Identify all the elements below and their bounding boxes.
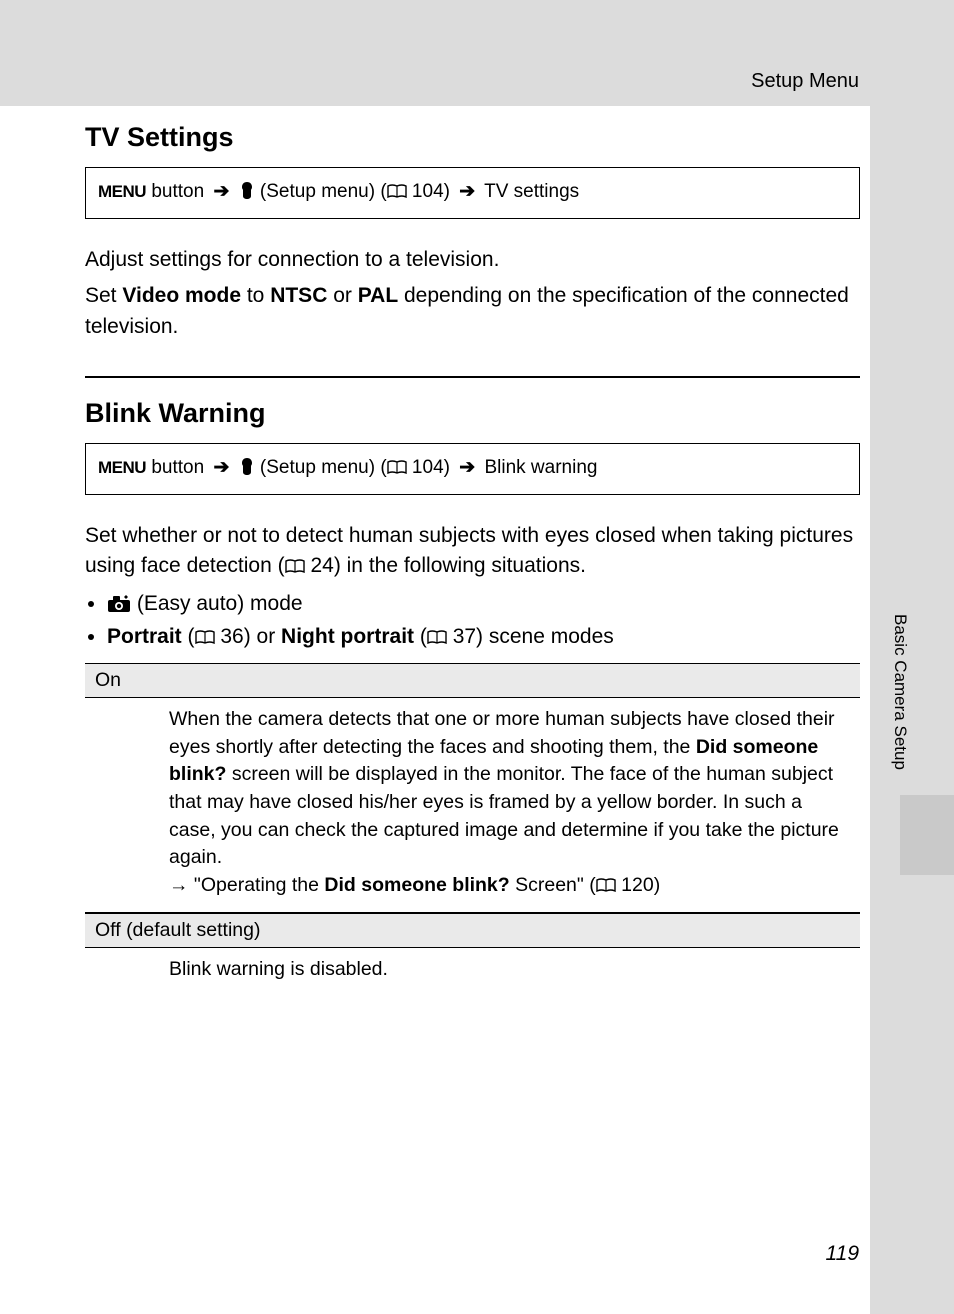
nav-dest: TV settings [479,181,579,202]
page-ref: 104) [407,181,456,202]
arrow-icon: ➔ [459,457,475,478]
section-blink-warning: Blink Warning MENU button ➔ (Setup menu)… [85,398,860,995]
text: (Setup menu) ( [255,457,387,478]
divider-line [85,376,860,378]
text-bold: Portrait [107,625,182,648]
text: ( [414,625,427,648]
text: Set [85,284,122,307]
arrow-icon: ➔ [213,457,229,478]
running-header: Setup Menu [751,70,859,93]
menu-label: MENU [98,182,146,201]
table-row-body: Blink warning is disabled. [85,948,860,996]
book-icon [387,179,407,193]
nav-path-tv: MENU button ➔ (Setup menu) ( 104) ➔ TV s… [85,167,860,219]
paragraph: Set whether or not to detect human subje… [85,521,860,582]
text: button [146,457,209,478]
section-tv-settings: TV Settings MENU button ➔ (Setup menu) (… [85,122,860,348]
menu-label: MENU [98,458,146,477]
text: or [327,284,357,307]
nav-path-blink: MENU button ➔ (Setup menu) ( 104) ➔ Blin… [85,443,860,495]
list-item: Portrait ( 36) or Night portrait ( 37) s… [107,621,860,653]
text-bold: Did someone blink? [324,874,509,896]
table-row-body: When the camera detects that one or more… [85,698,860,913]
wrench-icon [239,178,255,208]
option-table: On When the camera detects that one or m… [85,663,860,996]
table-row-head: Off (default setting) [85,913,860,948]
section-divider [85,376,860,378]
arrow-icon: ➔ [459,181,475,202]
text: (Easy auto) mode [131,592,303,615]
arrow-icon: ➔ [213,181,229,202]
paragraph: Set Video mode to NTSC or PAL depending … [85,281,860,342]
text: Screen" ( [510,874,596,896]
camera-icon [107,591,131,609]
page-number: 119 [826,1242,859,1266]
side-section-label: Basic Camera Setup [890,614,910,770]
text: button [146,181,209,202]
text: (Setup menu) ( [255,181,387,202]
book-icon [427,622,447,636]
text: → "Operating the [169,874,324,896]
text-bold: Night portrait [281,625,414,648]
text-bold: PAL [358,284,398,307]
text: to [241,284,270,307]
bullet-list: (Easy auto) mode Portrait ( 36) or Night… [85,588,860,653]
side-tab [900,795,954,875]
text-bold: NTSC [270,284,327,307]
text: screen will be displayed in the monitor.… [169,763,839,868]
text: 120) [616,874,660,896]
book-icon [387,455,407,469]
book-icon [285,552,305,566]
text: ( [182,625,195,648]
text: 24) in the following situations. [305,554,586,577]
book-icon [195,622,215,636]
heading-tv-settings: TV Settings [85,122,860,153]
wrench-icon [239,454,255,484]
side-margin [870,0,954,1314]
text-bold: Video mode [122,284,241,307]
page: Basic Camera Setup Setup Menu TV Setting… [0,0,954,1314]
book-icon [596,873,616,887]
paragraph: Adjust settings for connection to a tele… [85,245,860,275]
table-row-head: On [85,663,860,698]
nav-dest: Blink warning [479,457,597,478]
page-ref: 104) [407,457,456,478]
heading-blink-warning: Blink Warning [85,398,860,429]
list-item: (Easy auto) mode [107,588,860,620]
text: 37) scene modes [447,625,614,648]
text: 36) or [215,625,282,648]
